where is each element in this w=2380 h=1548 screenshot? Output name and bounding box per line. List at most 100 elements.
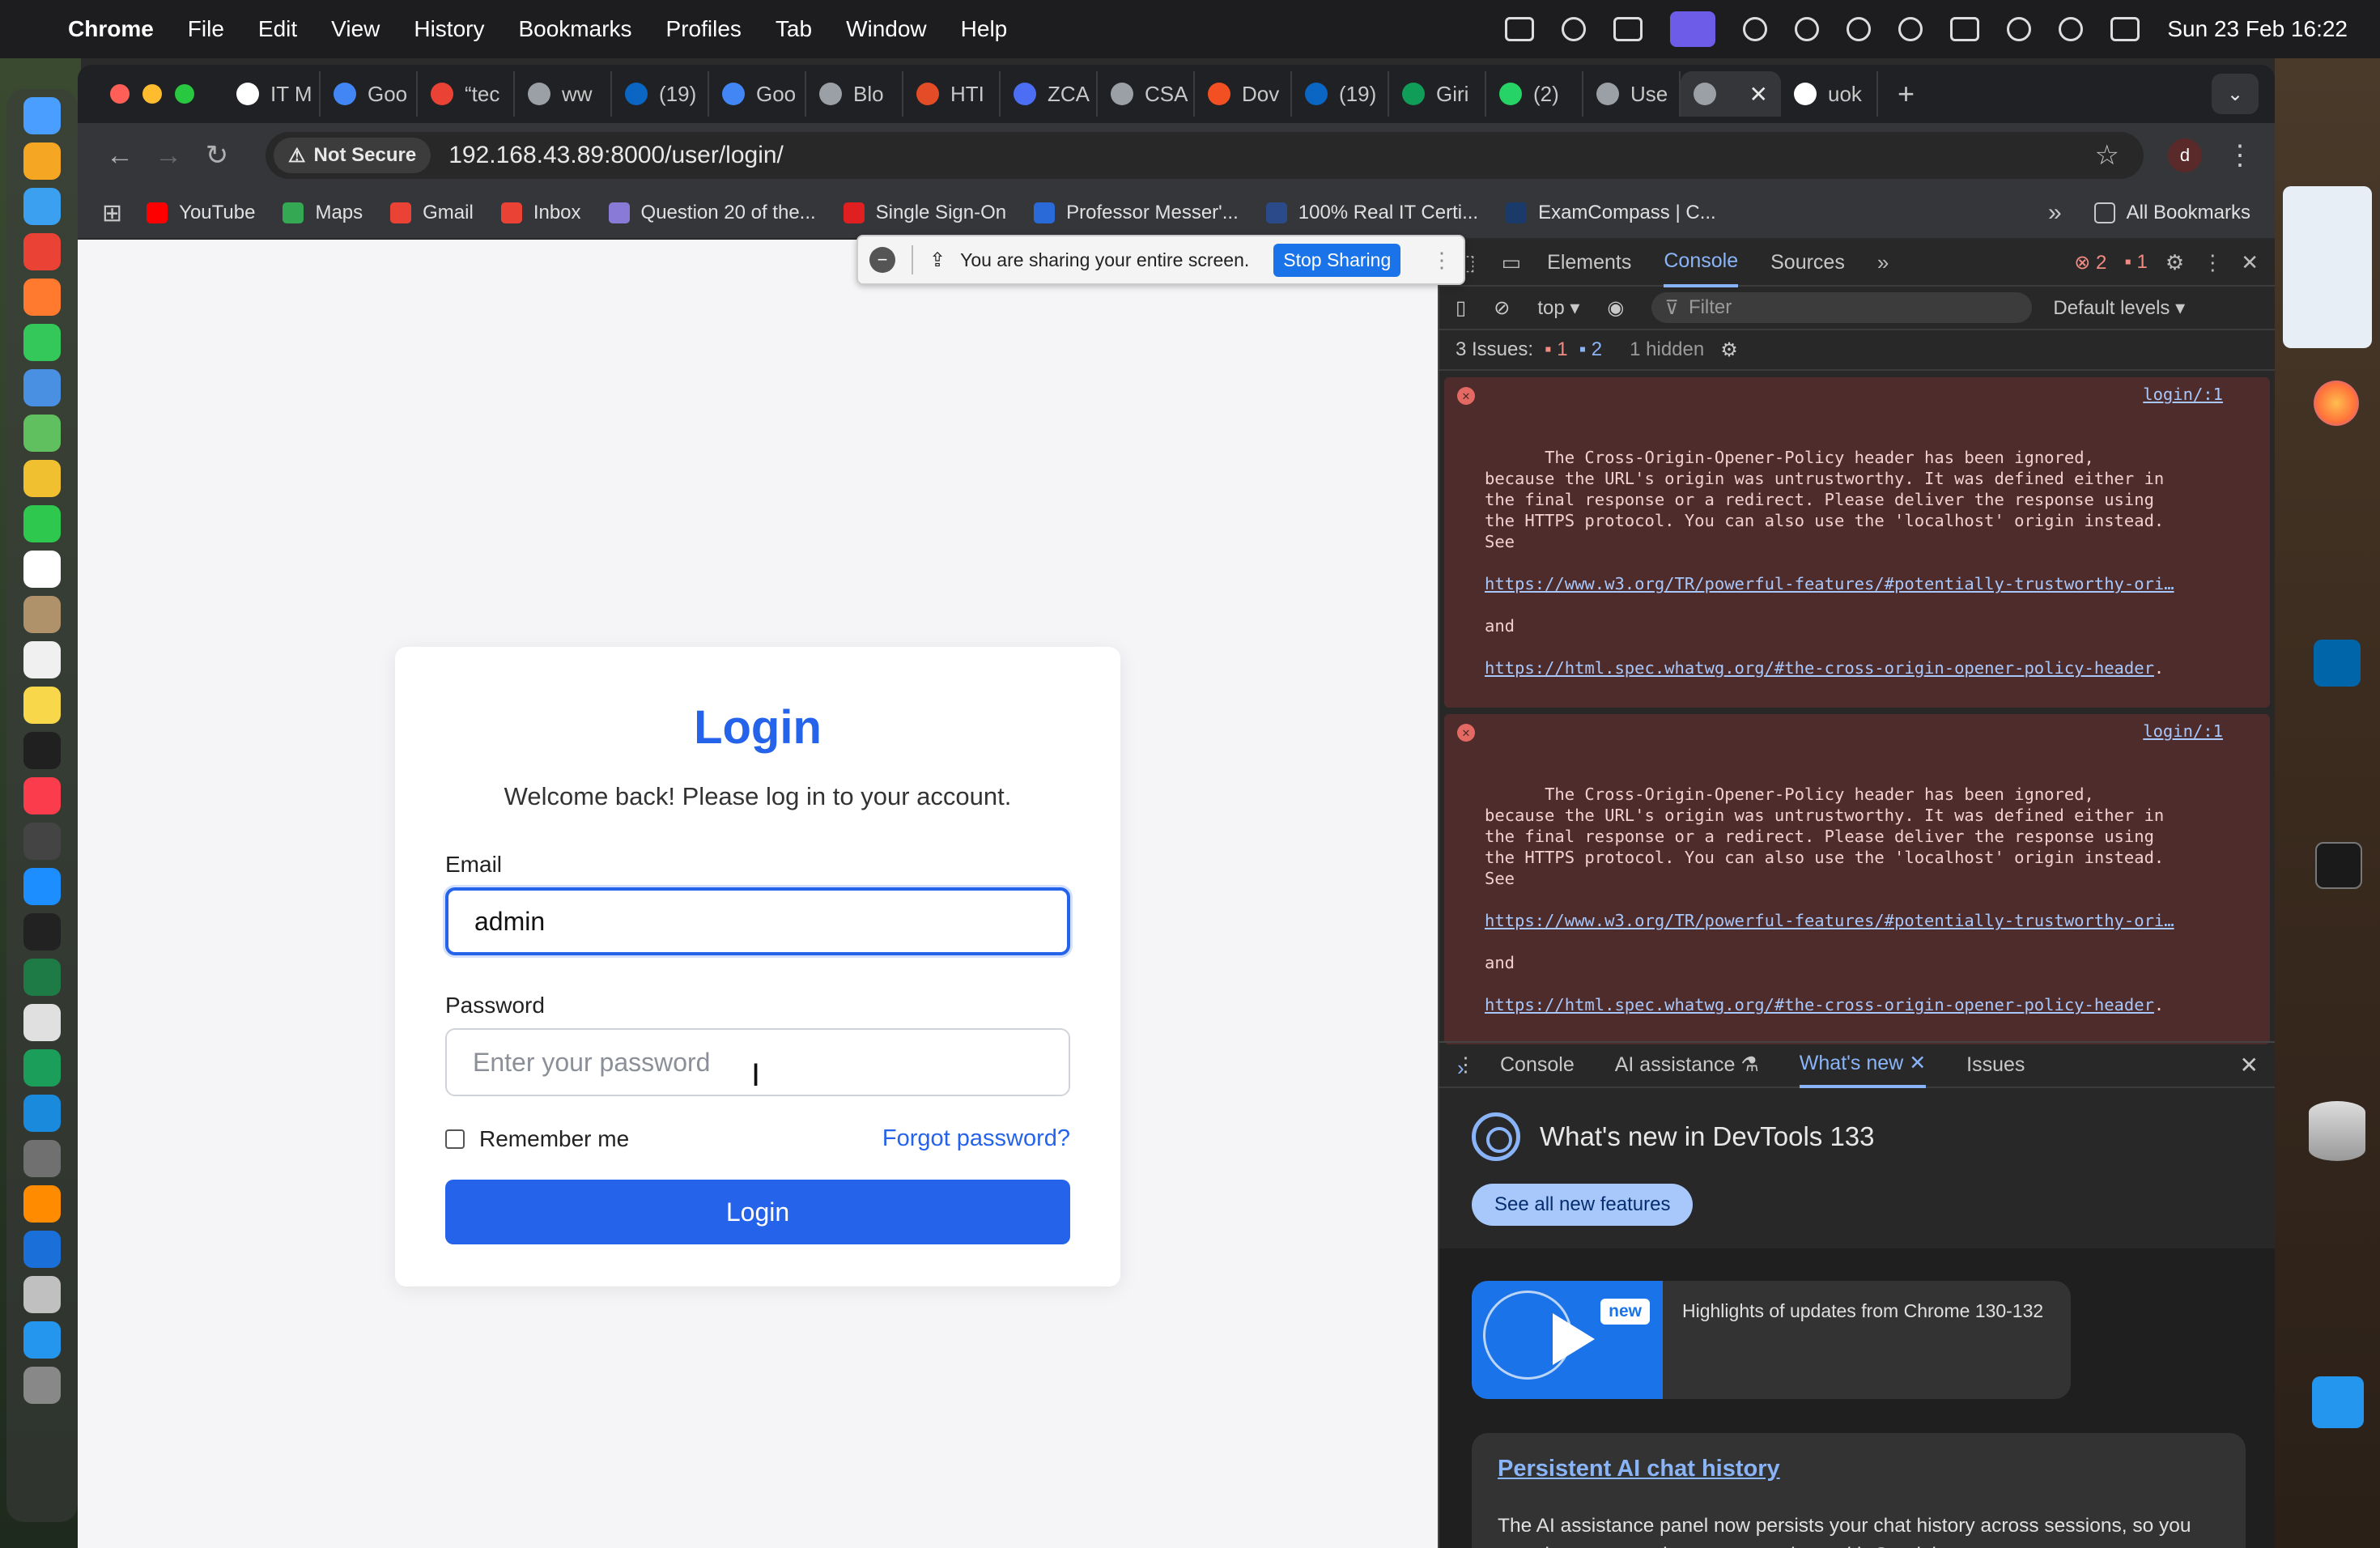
bookmark-item[interactable]: Maps — [283, 202, 363, 224]
dock-app-icon[interactable] — [23, 551, 61, 588]
message-source-link[interactable]: login/:1 — [2143, 721, 2223, 742]
log-levels-dropdown[interactable]: Default levels ▾ — [2053, 296, 2185, 320]
tab-search-button[interactable]: ⌄ — [2212, 74, 2259, 114]
firefox-icon[interactable] — [2314, 381, 2359, 426]
sidebar-toggle-icon[interactable]: ▯ — [1456, 296, 1466, 320]
drag-handle-icon[interactable]: ⋮ — [1431, 248, 1452, 273]
close-drawer-icon[interactable]: ✕ — [2240, 1052, 2259, 1078]
clear-console-icon[interactable]: ⊘ — [1494, 296, 1510, 320]
dock-app-icon[interactable] — [23, 1004, 61, 1041]
dock-app-icon[interactable] — [23, 732, 61, 769]
issues-settings-icon[interactable]: ⚙ — [1720, 338, 1738, 362]
all-bookmarks-button[interactable]: All Bookmarks — [2093, 202, 2250, 224]
browser-tab[interactable]: ZCA — [1001, 71, 1098, 117]
dock-app-icon[interactable] — [23, 959, 61, 996]
close-tab-icon[interactable]: ✕ — [1909, 1052, 1926, 1074]
screen-mirroring-icon[interactable] — [1670, 11, 1716, 47]
message-link[interactable]: https://html.spec.whatwg.org/#the-cross-… — [1485, 658, 2154, 678]
browser-tab[interactable]: ww — [515, 71, 612, 117]
settings-gear-icon[interactable]: ⚙ — [2165, 250, 2184, 275]
dock-app-icon[interactable] — [23, 369, 61, 406]
vscode-icon[interactable] — [2314, 640, 2361, 687]
dock-app-icon[interactable] — [23, 324, 61, 361]
dock-app-icon[interactable] — [23, 687, 61, 724]
dock-app-icon[interactable] — [23, 1367, 61, 1404]
dock-app-icon[interactable] — [23, 142, 61, 180]
menu-edit[interactable]: Edit — [258, 16, 297, 42]
error-count-badge[interactable]: ⊗ 2 — [2074, 251, 2106, 274]
menu-view[interactable]: View — [331, 16, 380, 42]
browser-tab[interactable]: CSA — [1098, 71, 1195, 117]
message-source-link[interactable]: login/:1 — [2143, 384, 2223, 405]
zoom-window-button[interactable] — [175, 84, 194, 104]
menu-help[interactable]: Help — [961, 16, 1008, 42]
menu-profiles[interactable]: Profiles — [666, 16, 742, 42]
bookmark-item[interactable]: ExamCompass | C... — [1506, 202, 1716, 224]
menubar-clock[interactable]: Sun 23 Feb 16:22 — [2167, 16, 2348, 42]
browser-tab[interactable]: Blo — [806, 71, 903, 117]
control-center-icon[interactable] — [2110, 17, 2140, 41]
drawer-menu-icon[interactable]: ⋮ — [1456, 1053, 1476, 1077]
dock-app-icon[interactable] — [23, 1321, 61, 1359]
devtools-menu-icon[interactable]: ⋮ — [2202, 250, 2223, 275]
menu-bookmarks[interactable]: Bookmarks — [518, 16, 631, 42]
dock-app-icon[interactable] — [23, 596, 61, 633]
weather-icon[interactable] — [1743, 17, 1768, 41]
side-window-thumbnail[interactable] — [2283, 186, 2372, 348]
bookmark-star-icon[interactable]: ☆ — [2095, 139, 2119, 172]
drawer-tab-issues[interactable]: Issues — [1966, 1044, 2025, 1087]
profile-avatar[interactable]: d — [2168, 138, 2202, 172]
browser-tab[interactable]: IT M — [223, 71, 321, 117]
forgot-password-link[interactable]: Forgot password? — [882, 1125, 1070, 1152]
dock-app-icon[interactable] — [23, 777, 61, 814]
back-button[interactable]: ← — [96, 140, 144, 172]
browser-tab[interactable]: (19) — [1292, 71, 1389, 117]
close-window-button[interactable] — [110, 84, 130, 104]
docker-icon[interactable] — [2312, 1376, 2364, 1428]
device-toolbar-icon[interactable]: ▭ — [1502, 250, 1522, 275]
email-field[interactable] — [445, 887, 1070, 955]
dock-app-icon[interactable] — [23, 913, 61, 950]
dock-app-icon[interactable] — [23, 233, 61, 270]
message-link[interactable]: https://www.w3.org/TR/powerful-features/… — [1485, 911, 2174, 930]
address-bar[interactable]: ⚠ Not Secure 192.168.43.89:8000/user/log… — [266, 132, 2144, 179]
microphone-icon[interactable] — [1562, 17, 1587, 41]
close-tab-icon[interactable]: ✕ — [1749, 81, 1768, 108]
browser-tab[interactable]: Dov — [1195, 71, 1292, 117]
browser-tab[interactable]: Use — [1583, 71, 1681, 117]
message-link[interactable]: https://www.w3.org/TR/powerful-features/… — [1485, 574, 2174, 593]
warning-count-badge[interactable]: ▪ 1 — [2124, 251, 2148, 274]
database-icon[interactable] — [2309, 1101, 2365, 1161]
browser-tab[interactable]: uok — [1781, 71, 1878, 117]
bookmark-item[interactable]: Inbox — [500, 202, 581, 224]
bookmark-item[interactable]: Question 20 of the... — [608, 202, 816, 224]
login-button[interactable]: Login — [445, 1180, 1070, 1244]
dock-app-icon[interactable] — [23, 1095, 61, 1132]
remember-checkbox[interactable] — [445, 1129, 465, 1149]
url-text[interactable]: 192.168.43.89:8000/user/login/ — [448, 142, 784, 169]
dock-app-icon[interactable] — [23, 868, 61, 905]
drawer-tab-ai-assistance[interactable]: AI assistance ⚗ — [1615, 1043, 1759, 1087]
dock-app-icon[interactable] — [23, 505, 61, 542]
browser-tab[interactable]: Giri — [1389, 71, 1486, 117]
bookmarks-overflow-icon[interactable]: » — [2048, 199, 2062, 227]
apps-grid-icon[interactable]: ⊞ — [102, 199, 122, 228]
menu-tab[interactable]: Tab — [776, 16, 812, 42]
console-filter-input[interactable]: ⊽ Filter — [1651, 292, 2033, 323]
ai-card-title[interactable]: Persistent AI chat history — [1498, 1456, 2220, 1482]
dock-app-icon[interactable] — [23, 279, 61, 316]
more-tabs-icon[interactable]: » — [1877, 250, 1889, 275]
bookmark-item[interactable]: Gmail — [390, 202, 474, 224]
drawer-tab-console[interactable]: Console — [1500, 1044, 1575, 1087]
browser-tab[interactable]: “tec — [418, 71, 515, 117]
issues-bar[interactable]: 3 Issues: ▪ 1 ▪ 2 1 hidden ⚙ — [1439, 330, 2275, 371]
moon-icon[interactable] — [1898, 17, 1923, 41]
dock-app-icon[interactable] — [23, 1185, 61, 1223]
forward-button[interactable]: → — [144, 140, 193, 172]
tab-console[interactable]: Console — [1664, 238, 1739, 287]
terminal-icon[interactable] — [2315, 842, 2362, 889]
battery-icon[interactable] — [1950, 17, 1980, 41]
browser-tab[interactable]: (19) — [612, 71, 709, 117]
new-tab-button[interactable]: + — [1898, 77, 1915, 111]
vpn-icon[interactable] — [1847, 17, 1872, 41]
